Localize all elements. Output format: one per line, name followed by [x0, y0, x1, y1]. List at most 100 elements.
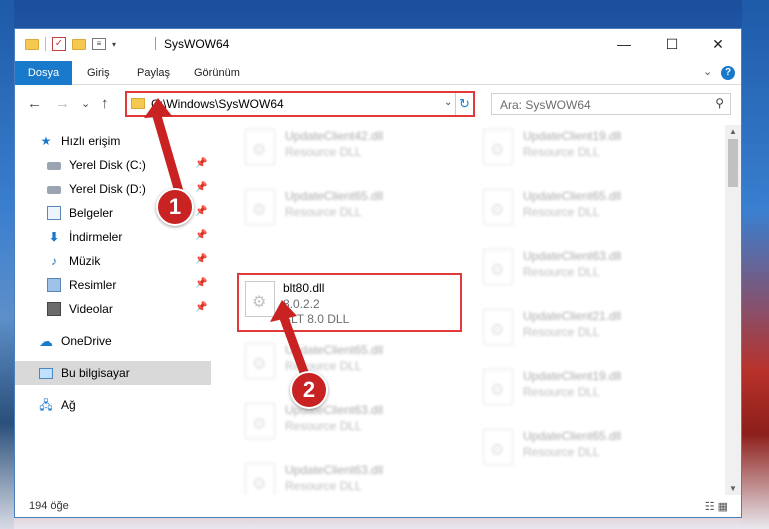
sidebar-item-label: OneDrive [61, 334, 112, 348]
sidebar-item-network[interactable]: 🖧 Ağ [15, 393, 211, 417]
file-tile[interactable]: ⚙ UpdateClient19.dll Resource DLL [473, 365, 693, 417]
properties-check-icon[interactable]: ✓ [52, 37, 66, 51]
close-button[interactable]: ✕ [695, 29, 741, 59]
tab-gorunum[interactable]: Görünüm [194, 61, 240, 85]
help-icon[interactable]: ? [721, 66, 735, 80]
file-name: UpdateClient63.dll [285, 463, 384, 477]
step-2-badge: 2 [290, 371, 328, 409]
forward-button[interactable]: → [55, 95, 70, 112]
sidebar-item-pictures[interactable]: Resimler 📌 [15, 273, 211, 297]
dll-file-icon: ⚙ [245, 343, 275, 379]
file-name: UpdateClient42.dll [285, 129, 384, 143]
pin-icon[interactable]: 📌 [195, 302, 207, 313]
dll-file-icon: ⚙ [245, 463, 275, 495]
sidebar-item-quick-access[interactable]: ★ Hızlı erişim [15, 129, 211, 153]
quick-access-toolbar: ✓ ≡ ▾ [25, 37, 116, 51]
sidebar-item-onedrive[interactable]: ☁ OneDrive [15, 329, 211, 353]
file-name: UpdateClient63.dll [523, 249, 622, 263]
highlighted-file-tile[interactable]: ⚙ blt80.dll 8.0.2.2 BLT 8.0 DLL [237, 273, 462, 332]
refresh-icon[interactable]: ↻ [455, 93, 473, 115]
address-bar[interactable]: C:\Windows\SysWOW64 ⌄ ↻ [125, 91, 475, 117]
tab-dosya[interactable]: Dosya [15, 61, 72, 85]
ribbon-tabs: Dosya Giriş Paylaş Görünüm ⌄ [15, 61, 741, 85]
sidebar-item-downloads[interactable]: ⬇ İndirmeler 📌 [15, 225, 211, 249]
file-name: blt80.dll [283, 281, 325, 295]
sidebar-item-label: Yerel Disk (D:) [69, 182, 146, 196]
dll-file-icon: ⚙ [483, 369, 513, 405]
file-name: UpdateClient19.dll [523, 369, 622, 383]
back-button[interactable]: ← [27, 95, 42, 112]
pin-icon[interactable]: 📌 [195, 230, 207, 241]
video-icon [47, 302, 61, 316]
file-tile[interactable]: ⚙ UpdateClient65.dll Resource DLL [473, 425, 693, 477]
sidebar-item-label: Videolar [69, 302, 113, 316]
file-tile[interactable]: ⚙ UpdateClient65.dll Resource DLL [235, 339, 455, 391]
file-tile[interactable]: ⚙ UpdateClient63.dll Resource DLL [473, 245, 693, 297]
tab-paylas[interactable]: Paylaş [137, 61, 170, 85]
sidebar-item-label: Yerel Disk (C:) [69, 158, 146, 172]
file-tile[interactable]: ⚙ UpdateClient65.dll Resource DLL [235, 185, 455, 237]
address-path[interactable]: C:\Windows\SysWOW64 [151, 97, 284, 111]
maximize-button[interactable]: ☐ [649, 29, 695, 59]
file-name: UpdateClient19.dll [523, 129, 622, 143]
new-folder-icon[interactable] [72, 38, 86, 50]
toolbar-separator [45, 37, 46, 51]
pin-icon[interactable]: 📌 [195, 254, 207, 265]
file-tile[interactable]: ⚙ UpdateClient42.dll Resource DLL [235, 125, 455, 177]
explorer-window: ✓ ≡ ▾ SysWOW64 — ☐ ✕ Dosya Giriş Paylaş … [14, 28, 742, 518]
file-description: Resource DLL [523, 325, 600, 339]
view-toggle-icons[interactable]: ☷▦ [705, 500, 731, 513]
file-description: Resource DLL [285, 419, 362, 433]
search-placeholder[interactable]: Ara: SysWOW64 [500, 98, 591, 112]
disk-icon [47, 186, 61, 194]
file-name: UpdateClient65.dll [285, 343, 384, 357]
star-icon: ★ [40, 134, 52, 148]
file-tile[interactable]: ⚙ UpdateClient65.dll Resource DLL [473, 185, 693, 237]
file-description: Resource DLL [523, 205, 600, 219]
dll-file-icon: ⚙ [245, 189, 275, 225]
window-title: SysWOW64 [155, 37, 229, 51]
file-tile[interactable]: ⚙ UpdateClient19.dll Resource DLL [473, 125, 693, 177]
sidebar-item-videos[interactable]: Videolar 📌 [15, 297, 211, 321]
vertical-scrollbar[interactable]: ▲ ▼ [725, 125, 741, 495]
recent-locations-button[interactable]: ⌄ [81, 97, 90, 110]
scroll-up-icon[interactable]: ▲ [725, 127, 741, 136]
sidebar-item-label: Müzik [69, 254, 101, 268]
search-box[interactable]: Ara: SysWOW64 ⚲ [491, 93, 731, 115]
pin-icon[interactable]: 📌 [195, 278, 207, 289]
scroll-down-icon[interactable]: ▼ [725, 484, 741, 493]
file-tile[interactable]: ⚙ UpdateClient63.dll Resource DLL [235, 459, 455, 495]
cloud-icon: ☁ [39, 333, 53, 349]
file-version: 8.0.2.2 [283, 297, 320, 311]
file-description: Resource DLL [285, 145, 362, 159]
address-dropdown-icon[interactable]: ⌄ [444, 97, 452, 108]
file-description: Resource DLL [285, 359, 362, 373]
file-description: Resource DLL [523, 445, 600, 459]
pin-icon[interactable]: 📌 [195, 182, 207, 193]
customize-toolbar-icon[interactable]: ▾ [112, 40, 116, 49]
tab-giris[interactable]: Giriş [87, 61, 110, 85]
file-tile[interactable]: ⚙ UpdateClient63.dll Resource DLL [235, 399, 455, 451]
disk-icon [47, 162, 61, 170]
sidebar-item-disk-c[interactable]: Yerel Disk (C:) 📌 [15, 153, 211, 177]
file-tile[interactable]: ⚙ UpdateClient21.dll Resource DLL [473, 305, 693, 357]
file-name: UpdateClient65.dll [523, 189, 622, 203]
file-description: BLT 8.0 DLL [283, 312, 350, 326]
file-tile-blt80[interactable]: ⚙ blt80.dll 8.0.2.2 BLT 8.0 DLL [239, 277, 459, 329]
pin-icon[interactable]: 📌 [195, 158, 207, 169]
pin-icon[interactable]: 📌 [195, 206, 207, 217]
sidebar-item-music[interactable]: ♪ Müzik 📌 [15, 249, 211, 273]
dll-file-icon: ⚙ [483, 129, 513, 165]
navigation-bar: ← → ⌄ ↑ C:\Windows\SysWOW64 ⌄ ↻ Ara: Sys… [15, 89, 741, 119]
expand-ribbon-icon[interactable]: ⌄ [703, 65, 712, 78]
title-bar: ✓ ≡ ▾ SysWOW64 — ☐ ✕ [15, 29, 741, 61]
search-icon[interactable]: ⚲ [715, 96, 724, 110]
dll-file-icon: ⚙ [483, 189, 513, 225]
sidebar-item-this-pc[interactable]: Bu bilgisayar [15, 361, 211, 385]
scroll-thumb[interactable] [728, 139, 738, 187]
up-button[interactable]: ↑ [101, 95, 109, 112]
sidebar-item-label: Belgeler [69, 206, 114, 220]
properties-icon[interactable]: ≡ [92, 38, 106, 50]
minimize-button[interactable]: — [601, 29, 647, 59]
folder-icon [25, 38, 39, 50]
